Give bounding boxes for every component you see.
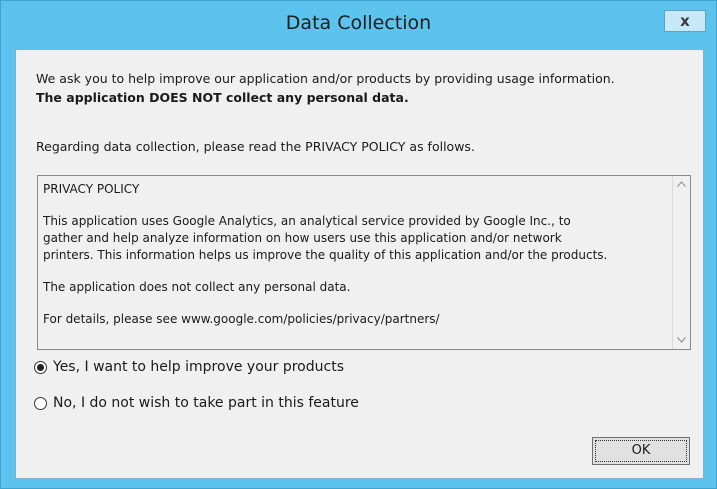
privacy-policy-text: PRIVACY POLICY This application uses Goo… [43,181,673,328]
vertical-scrollbar[interactable] [672,176,690,349]
privacy-policy-textbox[interactable]: PRIVACY POLICY This application uses Goo… [37,175,691,350]
dialog-title: Data Collection [285,12,432,34]
ok-button[interactable]: OK [592,437,690,465]
policy-paragraph-line: printers. This information helps us impr… [43,248,608,262]
dialog-content: We ask you to help improve our applicati… [15,49,704,479]
policy-details-line: For details, please see www.google.com/p… [43,312,440,326]
radio-label-yes: Yes, I want to help improve your product… [53,359,344,375]
intro-line: We ask you to help improve our applicati… [36,71,615,86]
policy-heading: PRIVACY POLICY [43,182,140,196]
radio-option-yes[interactable]: Yes, I want to help improve your product… [34,357,344,377]
radio-option-no[interactable]: No, I do not wish to take part in this f… [34,393,359,413]
intro-bold-line: The application DOES NOT collect any per… [36,90,409,105]
close-icon: x [680,12,690,30]
intro-text: We ask you to help improve our applicati… [36,69,615,107]
dialog-window: Data Collection x We ask you to help imp… [0,0,717,489]
title-bar[interactable]: Data Collection x [1,1,716,45]
policy-paragraph-line: This application uses Google Analytics, … [43,214,571,228]
radio-button-unchecked[interactable] [34,396,47,410]
close-button[interactable]: x [664,10,706,32]
policy-paragraph: The application does not collect any per… [43,280,351,294]
regarding-text: Regarding data collection, please read t… [36,139,475,154]
radio-button-checked[interactable] [34,360,47,374]
policy-paragraph-line: gather and help analyze information on h… [43,231,562,245]
chevron-down-icon[interactable] [673,332,690,349]
radio-label-no: No, I do not wish to take part in this f… [53,395,359,411]
chevron-up-icon[interactable] [673,176,690,193]
